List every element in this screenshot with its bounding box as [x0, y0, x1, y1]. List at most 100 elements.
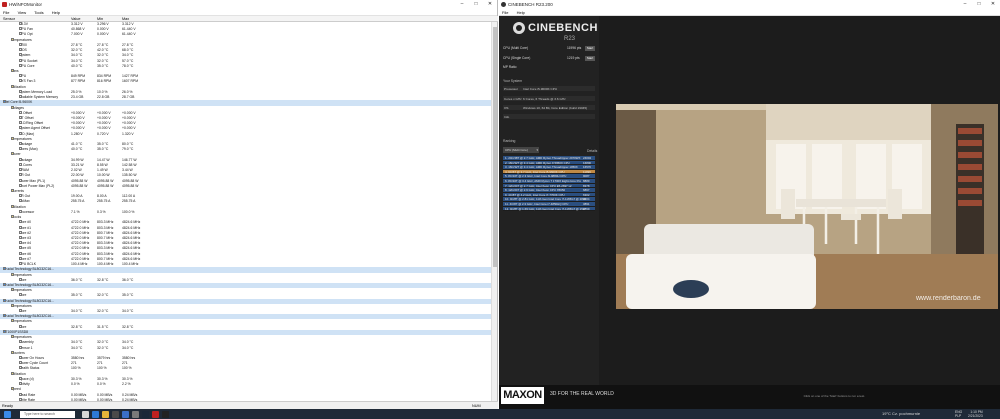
sensor-name-text: Temperatures	[11, 136, 32, 141]
sensor-icon	[19, 345, 22, 349]
cinebench-title: CINEBENCH R23.200	[508, 2, 553, 7]
ranking-select-value: CPU (Multi Core)	[505, 148, 528, 152]
sensor-name-text: Temperatures	[11, 37, 32, 42]
edge-icon[interactable]	[92, 410, 99, 418]
ranking-row[interactable]: 12. 4C/8T @ 1.69 GHz, 11th Gen Intel Cor…	[503, 206, 595, 212]
details-toggle[interactable]: Details	[587, 149, 597, 153]
test-label: MP Ratio	[503, 65, 517, 69]
start-single-button[interactable]: Start	[585, 56, 595, 61]
cinebench-left-panel: CINEBENCH R23 CPU (Multi Core) 11996 pts…	[499, 16, 599, 409]
category-icon	[11, 371, 14, 375]
sensor-name-text: System Agent Offset	[19, 126, 50, 131]
sensor-name-text: System Memory Load	[19, 89, 52, 94]
sys-key: Cores x GHz	[504, 97, 522, 101]
hwinfo-statusbar: Ready NUM	[0, 401, 498, 409]
sensor-icon	[19, 126, 22, 130]
maximize-icon[interactable]: □	[972, 0, 986, 9]
cinebench-logo-icon	[513, 22, 525, 34]
chip-icon	[3, 100, 6, 104]
render-viewport: www.renderbaron.de	[616, 104, 998, 309]
render-watermark: www.renderbaron.de	[915, 295, 981, 302]
task-view-icon[interactable]	[82, 410, 89, 418]
menu-file[interactable]: File	[3, 10, 9, 15]
sensor-icon	[19, 178, 22, 182]
chip-icon	[3, 329, 6, 333]
minimize-icon[interactable]: –	[455, 0, 469, 9]
sys-value: Windows 10, 64 Bit, Core Edition (build …	[523, 106, 588, 110]
sys-key: Info	[504, 115, 510, 119]
maxon-tagline: 3D FOR THE REAL WORLD	[550, 391, 614, 397]
menu-tools[interactable]: Tools	[34, 10, 43, 15]
taskbar-clock[interactable]: 1:10 PM 2/21/2023	[968, 410, 983, 418]
sensor-name-text: Power On Hours	[19, 356, 45, 360]
weather-widget[interactable]: 19°C Cz. pochmurnie	[882, 409, 920, 419]
sensor-icon	[19, 194, 22, 198]
sensor-icon	[19, 235, 22, 239]
test-score: 1219 pts	[567, 56, 580, 60]
sensor-icon	[19, 48, 22, 52]
hwinfo-taskbar-icon[interactable]	[152, 410, 159, 418]
category-icon	[11, 189, 14, 192]
category-icon	[11, 319, 14, 323]
sensor-icon	[19, 262, 22, 266]
category-icon	[11, 303, 14, 307]
ranking-cpu: 12. 4C/8T @ 1.69 GHz, 11th Gen Intel Cor…	[505, 206, 586, 211]
sensor-icon	[19, 173, 22, 177]
store-icon[interactable]	[112, 410, 119, 418]
maxon-footer: MAXON 3D FOR THE REAL WORLD Click on one…	[499, 385, 1000, 409]
sensor-name-text: Crucial Technology BL8G32C16...	[3, 267, 55, 272]
sensor-icon	[19, 382, 22, 386]
sensor-icon	[19, 115, 22, 119]
sensor-icon	[19, 256, 22, 260]
category-icon	[11, 84, 14, 88]
hwinfo-menubar: File View Tools Help	[0, 9, 497, 16]
sensor-name-text: CT1000P1SSD8	[3, 329, 29, 334]
sensor-name-text: Temperatures	[11, 272, 32, 277]
sensor-icon	[19, 241, 22, 245]
maximize-icon[interactable]: □	[469, 0, 483, 9]
menu-help[interactable]: Help	[52, 10, 60, 15]
ranking-select[interactable]: CPU (Multi Core) ▾	[503, 147, 539, 153]
sensor-name-text: Power Cycle Count	[19, 361, 49, 366]
sensor-icon	[19, 361, 22, 365]
category-icon	[11, 105, 14, 109]
hwinfo-app-icon	[2, 2, 7, 7]
menu-view[interactable]: View	[18, 10, 27, 15]
sensor-icon	[19, 42, 22, 46]
start-hint: Click on one of the 'Start' buttons to r…	[803, 394, 865, 398]
file-explorer-icon[interactable]	[102, 410, 109, 418]
cinebench-taskbar-icon[interactable]	[162, 410, 169, 418]
settings-icon[interactable]	[132, 410, 139, 418]
category-icon	[11, 152, 14, 156]
start-multi-button[interactable]: Start	[585, 46, 595, 51]
mail-icon[interactable]	[122, 410, 129, 418]
menu-file[interactable]: File	[502, 10, 508, 15]
sensor-icon	[19, 356, 22, 359]
sensor-icon	[19, 251, 22, 255]
steam-icon[interactable]	[142, 410, 149, 418]
category-icon	[11, 272, 14, 276]
menu-help[interactable]: Help	[517, 10, 525, 15]
minimize-icon[interactable]: –	[958, 0, 972, 9]
chip-icon	[3, 314, 6, 318]
sensor-name-text: LLC/Ring Offset	[19, 121, 44, 126]
category-icon	[11, 335, 14, 339]
close-icon[interactable]: ✕	[986, 0, 1000, 9]
sensor-icon	[19, 95, 22, 99]
sensor-name-text: Temperatures	[11, 288, 32, 293]
taskbar-search[interactable]: Type here to search	[20, 410, 75, 418]
sensor-icon	[19, 147, 22, 151]
scrollbar-thumb[interactable]	[493, 27, 497, 267]
sensor-icon	[19, 209, 22, 213]
sensor-icon	[19, 27, 22, 31]
sensor-icon	[19, 74, 22, 78]
windows-taskbar: Type here to search 19°C Cz. pochmurnie …	[0, 409, 1000, 419]
language-indicator[interactable]: ENG PLP	[955, 410, 965, 418]
sensor-icon	[19, 22, 22, 25]
vertical-scrollbar[interactable]	[491, 22, 497, 401]
test-row-multi: CPU (Multi Core) 11996 pts Start	[503, 45, 595, 52]
taskbar-search-placeholder: Type here to search	[24, 411, 55, 416]
start-icon[interactable]	[4, 410, 11, 418]
close-icon[interactable]: ✕	[483, 0, 497, 9]
sensor-icon	[19, 392, 22, 396]
